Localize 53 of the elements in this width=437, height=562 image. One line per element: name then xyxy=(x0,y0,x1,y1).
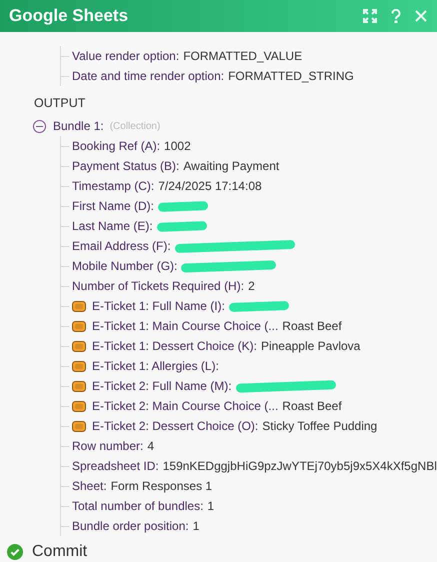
field-label: First Name (D): xyxy=(72,199,154,213)
field-value: 159nKEDggjbHiG9pzJwYTEj70yb5j9x5X4kXf5gNBl xyxy=(162,459,437,473)
field-label: Number of Tickets Required (H): xyxy=(72,279,244,293)
field-label: Row number: xyxy=(72,439,144,453)
field-value: 1002 xyxy=(164,139,191,153)
ticket-icon xyxy=(72,400,86,412)
ticket-icon xyxy=(72,360,86,372)
expand-icon[interactable] xyxy=(363,9,377,23)
field-value: 7/24/2025 17:14:08 xyxy=(158,179,262,193)
field-label: Bundle order position: xyxy=(72,519,189,533)
field-value: Form Responses 1 xyxy=(110,479,212,493)
field-label: Last Name (E): xyxy=(72,219,153,233)
field-label: E-Ticket 1: Main Course Choice (... xyxy=(92,319,278,333)
field-label: Mobile Number (G): xyxy=(72,259,178,273)
ticket-icon xyxy=(72,340,86,352)
ticket-icon xyxy=(72,420,86,432)
commit-label: Commit xyxy=(32,543,88,561)
collapse-icon[interactable] xyxy=(33,120,46,132)
field-label: E-Ticket 2: Dessert Choice (O): xyxy=(92,419,258,433)
field-label: E-Ticket 2: Full Name (M): xyxy=(92,379,232,393)
section-heading: OUTPUT xyxy=(34,96,86,110)
field-label: Payment Status (B): xyxy=(72,159,180,173)
field-label: E-Ticket 1: Dessert Choice (K): xyxy=(92,339,257,353)
field-label: E-Ticket 1: Full Name (I): xyxy=(92,299,225,313)
parameter-value: FORMATTED_STRING xyxy=(228,69,354,83)
field-value: Pineapple Pavlova xyxy=(260,339,360,353)
field-label: E-Ticket 2: Main Course Choice (... xyxy=(92,399,278,413)
field-value: 2 xyxy=(248,279,255,293)
parameter-label: Value render option: xyxy=(72,49,180,63)
field-label: Email Address (F): xyxy=(72,239,171,253)
bundle-type: (Collection) xyxy=(110,120,160,132)
ticket-icon xyxy=(72,380,86,392)
field-value: 1 xyxy=(207,499,214,513)
field-label: Booking Ref (A): xyxy=(72,139,160,153)
parameter-value: FORMATTED_VALUE xyxy=(183,49,302,63)
parameter-label: Date and time render option: xyxy=(72,69,224,83)
field-value: 4 xyxy=(147,439,154,453)
field-label: Total number of bundles: xyxy=(72,499,204,513)
field-label: Timestamp (C): xyxy=(72,179,154,193)
close-icon[interactable] xyxy=(415,10,427,22)
field-value: 1 xyxy=(192,519,200,533)
field-label: E-Ticket 1: Allergies (L): xyxy=(92,359,219,373)
field-value: Roast Beef xyxy=(282,399,342,413)
window-title: Google Sheets xyxy=(9,6,130,26)
field-value: Awaiting Payment xyxy=(183,159,280,173)
field-value: Roast Beef xyxy=(282,319,342,333)
ticket-icon xyxy=(72,300,86,312)
field-label: Sheet: xyxy=(72,479,107,493)
field-label: Spreadsheet ID: xyxy=(72,459,159,473)
bundle-label: Bundle 1: xyxy=(53,119,104,133)
ticket-icon xyxy=(72,320,86,332)
help-icon[interactable] xyxy=(391,9,401,23)
field-value: Sticky Toffee Pudding xyxy=(262,419,378,433)
